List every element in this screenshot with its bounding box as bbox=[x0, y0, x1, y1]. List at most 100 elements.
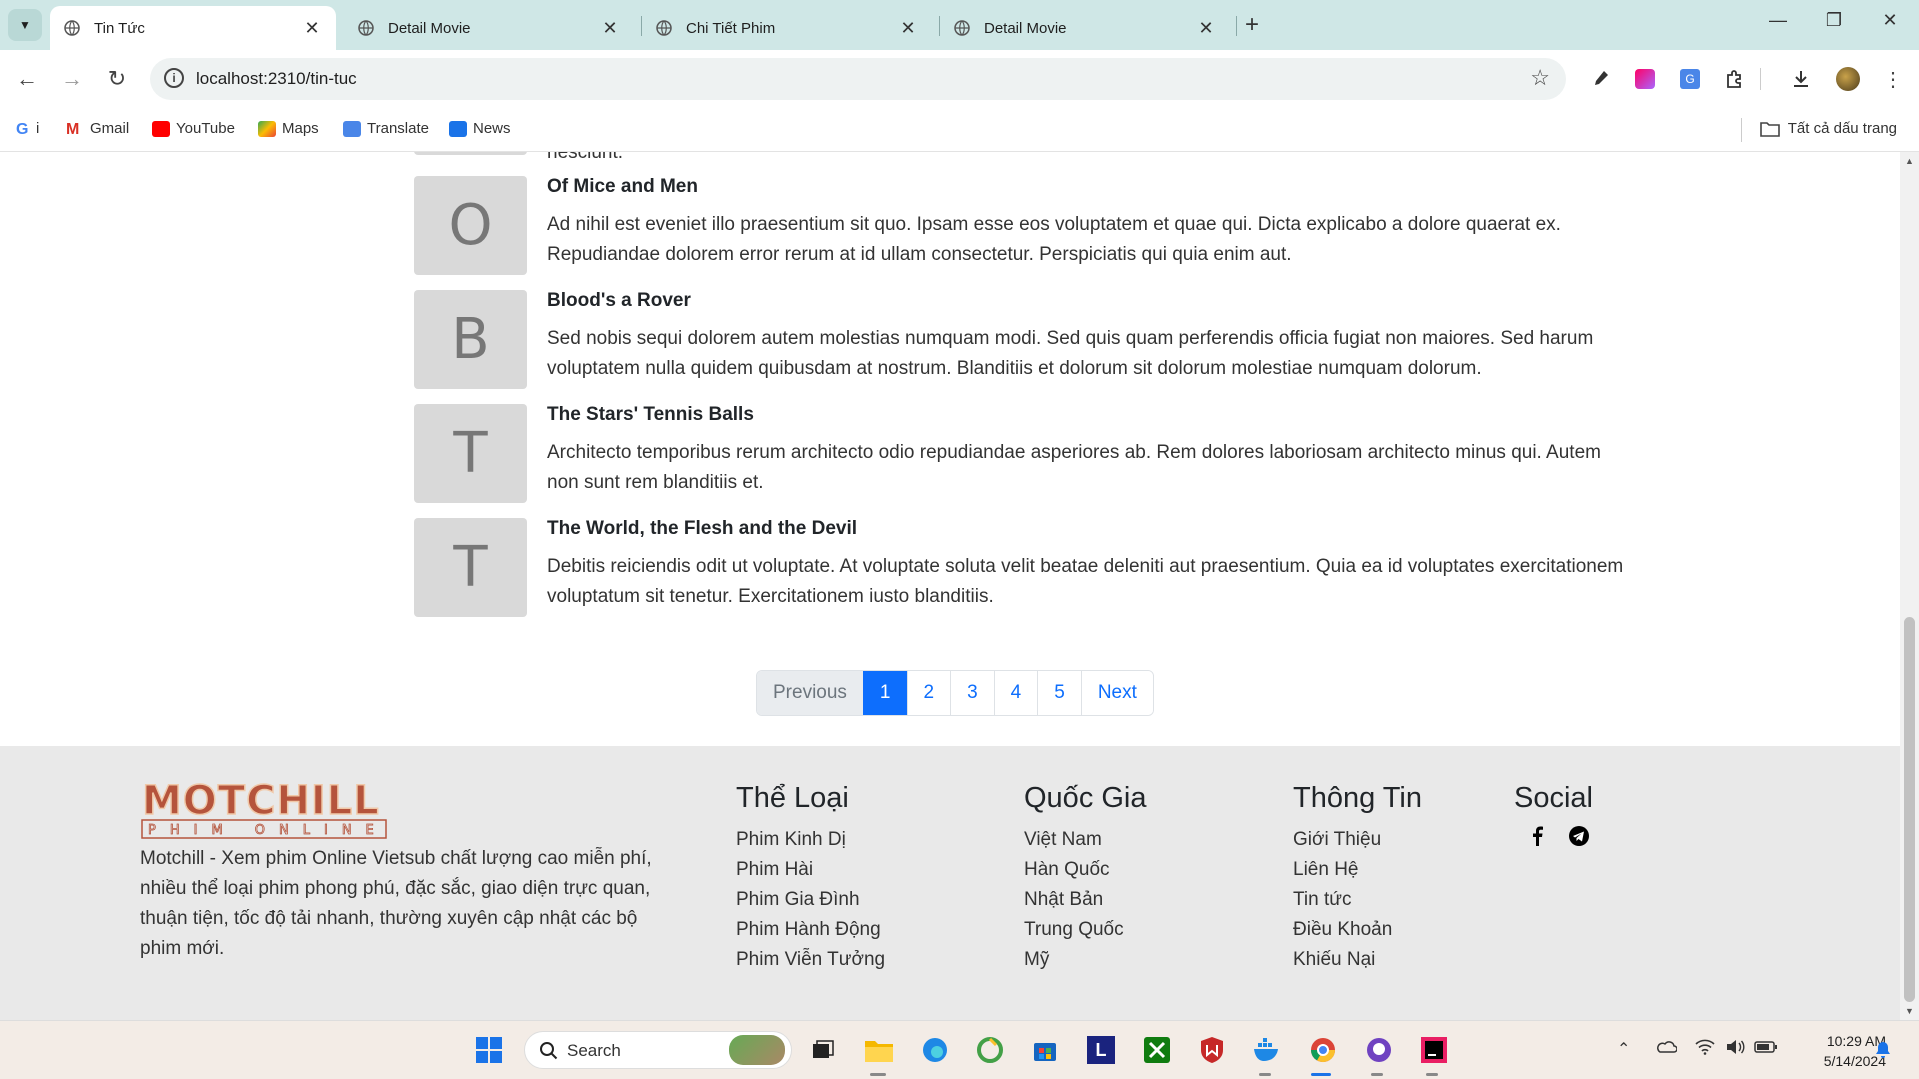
news-item[interactable]: T The Stars' Tennis Balls Architecto tem… bbox=[414, 404, 1614, 518]
motchill-logo[interactable]: MOTCHILL PHIM ONLINE bbox=[140, 777, 388, 842]
footer-link[interactable]: Liên Hệ bbox=[1293, 855, 1422, 885]
green-app-icon[interactable] bbox=[973, 1033, 1007, 1067]
telegram-icon[interactable] bbox=[1568, 825, 1590, 847]
scrollbar-thumb[interactable] bbox=[1904, 617, 1915, 1002]
news-item[interactable]: B Blood's a Rover Sed nobis sequi dolore… bbox=[414, 290, 1614, 404]
news-thumbnail[interactable] bbox=[414, 152, 527, 155]
footer-link[interactable]: Nhật Bản bbox=[1024, 885, 1147, 915]
footer-link[interactable]: Phim Hành Động bbox=[736, 915, 885, 945]
pagination-previous[interactable]: Previous bbox=[757, 671, 863, 715]
taskbar-search[interactable]: Search bbox=[524, 1031, 792, 1069]
onedrive-cloud-icon[interactable] bbox=[1655, 1039, 1678, 1058]
footer-link[interactable]: Điều Khoản bbox=[1293, 915, 1422, 945]
footer-link[interactable]: Giới Thiệu bbox=[1293, 825, 1422, 855]
pagination-page-2[interactable]: 2 bbox=[906, 671, 951, 715]
back-icon[interactable]: ← bbox=[12, 64, 42, 94]
footer-link[interactable]: Hàn Quốc bbox=[1024, 855, 1147, 885]
news-thumbnail[interactable]: B bbox=[414, 290, 527, 389]
url-text[interactable]: localhost:2310/tin-tuc bbox=[196, 69, 357, 89]
bookmark-google[interactable]: G i bbox=[16, 120, 39, 138]
tab-detail-movie-2[interactable]: Detail Movie ✕ bbox=[940, 6, 1230, 50]
mcafee-icon[interactable] bbox=[1195, 1033, 1229, 1067]
new-tab-icon[interactable]: + bbox=[1245, 13, 1259, 37]
windows-start-icon[interactable] bbox=[472, 1033, 506, 1067]
close-tab-icon[interactable]: ✕ bbox=[1196, 18, 1216, 39]
github-desktop-icon[interactable] bbox=[1362, 1033, 1396, 1067]
l-app-icon[interactable]: L bbox=[1084, 1033, 1118, 1067]
extension-gradient-icon[interactable] bbox=[1632, 66, 1658, 92]
chrome-icon[interactable] bbox=[1306, 1033, 1340, 1067]
pagination-page-5[interactable]: 5 bbox=[1037, 671, 1081, 715]
news-item[interactable]: O Of Mice and Men Ad nihil est eveniet i… bbox=[414, 176, 1614, 290]
close-tab-icon[interactable]: ✕ bbox=[302, 18, 322, 39]
footer-link[interactable]: Khiếu Nại bbox=[1293, 945, 1422, 975]
download-icon[interactable] bbox=[1788, 66, 1814, 92]
tab-tin-tuc[interactable]: Tin Tức ✕ bbox=[50, 6, 336, 50]
page-scrollbar[interactable]: ▲ ▼ bbox=[1900, 152, 1919, 1020]
eyedropper-icon[interactable] bbox=[1587, 66, 1613, 92]
task-view-icon[interactable] bbox=[806, 1033, 840, 1067]
footer-link[interactable]: Phim Viễn Tưởng bbox=[736, 945, 885, 975]
pagination-page-3[interactable]: 3 bbox=[950, 671, 994, 715]
reload-icon[interactable]: ↻ bbox=[102, 64, 132, 94]
site-info-icon[interactable]: i bbox=[164, 68, 184, 88]
bookmark-translate[interactable]: Translate bbox=[343, 120, 429, 137]
xbox-icon[interactable] bbox=[1140, 1033, 1174, 1067]
bookmark-gmail[interactable]: M Gmail bbox=[66, 120, 129, 138]
close-window-icon[interactable]: ✕ bbox=[1870, 10, 1910, 31]
address-bar[interactable]: i localhost:2310/tin-tuc ☆ bbox=[150, 58, 1566, 100]
extensions-puzzle-icon[interactable] bbox=[1722, 66, 1748, 92]
microsoft-store-icon[interactable] bbox=[1028, 1033, 1062, 1067]
news-title[interactable]: The World, the Flesh and the Devil bbox=[547, 518, 857, 540]
intellij-icon[interactable] bbox=[1417, 1033, 1451, 1067]
forward-icon[interactable]: → bbox=[57, 64, 87, 94]
footer-link[interactable]: Mỹ bbox=[1024, 945, 1147, 975]
news-thumbnail[interactable]: T bbox=[414, 518, 527, 617]
footer-link[interactable]: Phim Gia Đình bbox=[736, 885, 885, 915]
pagination-page-1[interactable]: 1 bbox=[862, 671, 907, 715]
profile-avatar[interactable] bbox=[1835, 66, 1861, 92]
footer-link[interactable]: Tin tức bbox=[1293, 885, 1422, 915]
tray-chevron-up-icon[interactable]: ⌃ bbox=[1617, 1039, 1630, 1059]
news-item[interactable]: T The World, the Flesh and the Devil Deb… bbox=[414, 518, 1623, 632]
tab-chi-tiet-phim[interactable]: Chi Tiết Phim ✕ bbox=[642, 6, 932, 50]
pagination-next[interactable]: Next bbox=[1080, 671, 1153, 715]
restore-icon[interactable]: ❐ bbox=[1814, 10, 1854, 31]
news-title[interactable]: Blood's a Rover bbox=[547, 290, 691, 312]
close-tab-icon[interactable]: ✕ bbox=[898, 18, 918, 39]
tab-detail-movie[interactable]: Detail Movie ✕ bbox=[344, 6, 634, 50]
news-thumbnail[interactable]: T bbox=[414, 404, 527, 503]
pagination-page-4[interactable]: 4 bbox=[993, 671, 1038, 715]
footer-link[interactable]: Việt Nam bbox=[1024, 825, 1147, 855]
bookmark-maps[interactable]: Maps bbox=[258, 120, 319, 137]
bookmark-youtube[interactable]: YouTube bbox=[152, 120, 235, 137]
notification-bell-icon[interactable] bbox=[1874, 1041, 1892, 1064]
close-tab-icon[interactable]: ✕ bbox=[600, 18, 620, 39]
all-bookmarks-folder[interactable]: Tất cả dấu trang bbox=[1759, 120, 1897, 137]
volume-icon[interactable] bbox=[1725, 1039, 1745, 1060]
svg-text:PHIM ONLINE: PHIM ONLINE bbox=[148, 823, 388, 838]
footer-link[interactable]: Phim Hài bbox=[736, 855, 885, 885]
edge-icon[interactable] bbox=[918, 1033, 952, 1067]
news-thumbnail[interactable]: O bbox=[414, 176, 527, 275]
wifi-icon[interactable] bbox=[1695, 1039, 1715, 1060]
battery-icon[interactable] bbox=[1754, 1039, 1778, 1060]
footer-link[interactable]: Trung Quốc bbox=[1024, 915, 1147, 945]
file-explorer-icon[interactable] bbox=[862, 1033, 896, 1067]
facebook-icon[interactable] bbox=[1526, 825, 1548, 847]
docker-icon[interactable] bbox=[1250, 1033, 1284, 1067]
translate-icon bbox=[343, 120, 361, 137]
browser-toolbar: ← → ↻ i localhost:2310/tin-tuc ☆ G ⋮ bbox=[0, 50, 1919, 108]
footer-link[interactable]: Phim Kinh Dị bbox=[736, 825, 885, 855]
more-menu-icon[interactable]: ⋮ bbox=[1880, 66, 1906, 92]
bookmark-news[interactable]: News bbox=[449, 120, 511, 137]
scroll-up-arrow-icon[interactable]: ▲ bbox=[1900, 156, 1919, 166]
news-title[interactable]: Of Mice and Men bbox=[547, 176, 698, 198]
news-title[interactable]: The Stars' Tennis Balls bbox=[547, 404, 754, 426]
taskbar-clock[interactable]: 10:29 AM 5/14/2024 bbox=[1796, 1031, 1886, 1071]
scroll-down-arrow-icon[interactable]: ▼ bbox=[1900, 1006, 1919, 1016]
google-translate-icon[interactable]: G bbox=[1677, 66, 1703, 92]
minimize-icon[interactable]: — bbox=[1758, 10, 1798, 31]
tab-search-button[interactable]: ▼ bbox=[8, 9, 42, 41]
bookmark-star-icon[interactable]: ☆ bbox=[1530, 65, 1550, 91]
